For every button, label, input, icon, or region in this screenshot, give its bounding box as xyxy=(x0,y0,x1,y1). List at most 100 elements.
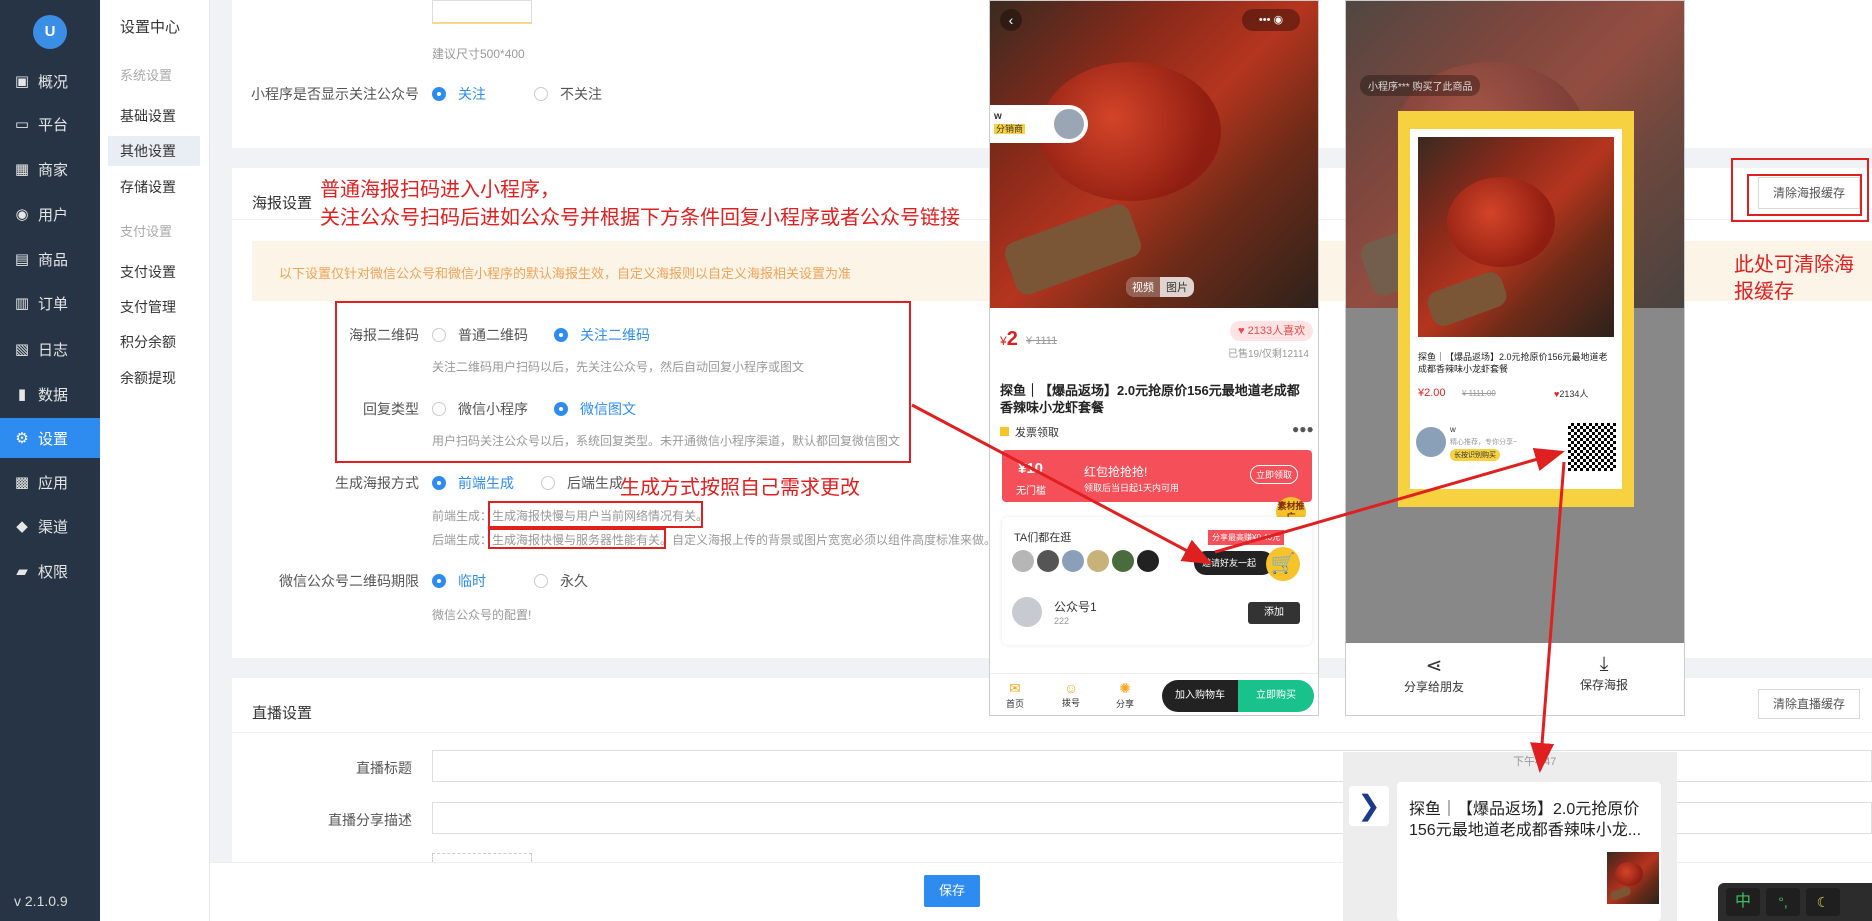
ime-toolbar: 中 °, ☾ xyxy=(1718,883,1872,921)
poster-user: w xyxy=(1450,425,1456,434)
visitors-card: TA们都在逛 分享最高赚¥0.40元 邀请好友一起 🛒 公众号1 222 添加 xyxy=(1002,517,1312,645)
sidebar-item-payment-manage[interactable]: 支付管理 xyxy=(108,292,200,322)
poster-image xyxy=(1418,137,1614,337)
sold-count: 已售19/仅剩12114 xyxy=(1228,349,1309,360)
nav-item-0[interactable]: ▣ 概况 xyxy=(0,61,100,101)
nav-label: 概况 xyxy=(38,73,69,91)
original-price: ¥ 1111 xyxy=(1026,335,1058,347)
home-tab[interactable]: ✉ 首页 xyxy=(1006,680,1024,710)
sidebar-item-storage[interactable]: 存储设置 xyxy=(108,172,200,202)
version-label: v 2.1.0.9 xyxy=(14,893,68,909)
invoice-row[interactable]: 发票领取 xyxy=(1000,424,1059,440)
nav-label: 数据 xyxy=(38,386,69,404)
add-to-cart-button[interactable]: 加入购物车 xyxy=(1162,680,1238,712)
nav-item-4[interactable]: ▤ 商品 xyxy=(0,239,100,279)
add-account-button[interactable]: 添加 xyxy=(1248,602,1300,624)
ime-moon-icon[interactable]: ☾ xyxy=(1806,888,1840,916)
invite-friends-button[interactable]: 邀请好友一起 xyxy=(1194,551,1274,575)
log-icon: ▧ xyxy=(14,341,30,358)
avatar xyxy=(1112,550,1134,572)
sidebar-item-payment[interactable]: 支付设置 xyxy=(108,257,200,287)
sidebar-item-basic[interactable]: 基础设置 xyxy=(108,101,200,131)
chat-preview: 下午4:47 ❯ 探鱼｜【爆品返场】2.0元抢原价156元最地道老成都香辣味小龙… xyxy=(1343,752,1677,921)
coupon-card: ¥10 无门槛 红包抢抢抢! 领取后当日起1天内可用 立即领取 xyxy=(1002,450,1312,502)
avatar xyxy=(1087,550,1109,572)
expiry-perm-radio[interactable]: 永久 xyxy=(534,571,588,591)
expiry-temp-radio[interactable]: 临时 xyxy=(432,571,486,591)
save-button[interactable]: 保存 xyxy=(924,875,980,907)
invoice-icon xyxy=(1000,427,1009,436)
annotation-poster-line2: 关注公众号扫码后进如公众号并根据下方条件回复小程序或者公众号链接 xyxy=(320,207,960,229)
qr-code-icon xyxy=(1568,423,1616,471)
nav-item-7[interactable]: ▮ 数据 xyxy=(0,374,100,414)
share-tab[interactable]: ✺ 分享 xyxy=(1116,680,1134,710)
avatar xyxy=(1052,107,1086,141)
coupon-claim-button[interactable]: 立即领取 xyxy=(1250,465,1299,484)
size-hint: 建议尺寸500*400 xyxy=(432,47,525,61)
heart-icon: ♥ xyxy=(1238,325,1248,337)
nav-item-8[interactable]: ⚙ 设置 xyxy=(0,418,100,458)
nav-item-11[interactable]: ▰ 权限 xyxy=(0,551,100,591)
call-icon: ☺ xyxy=(1063,680,1079,696)
buy-now-button[interactable]: 立即购买 xyxy=(1238,680,1314,712)
gen-frontend-radio[interactable]: 前端生成 xyxy=(432,473,514,493)
follow-radio-on[interactable]: 关注 xyxy=(432,84,486,104)
goods-icon: ▤ xyxy=(14,251,30,268)
annotation-clear-line1: 此处可清除海 xyxy=(1734,254,1854,276)
nav-item-9[interactable]: ▩ 应用 xyxy=(0,462,100,502)
annotation-box-backend xyxy=(488,528,666,549)
nav-item-2[interactable]: ▦ 商家 xyxy=(0,149,100,189)
nav-label: 订单 xyxy=(38,295,69,313)
chat-card[interactable]: 探鱼｜【爆品返场】2.0元抢原价156元最地道老成都香辣味小龙... xyxy=(1397,782,1661,921)
back-icon[interactable]: ‹ xyxy=(1000,9,1022,31)
gear-icon: ⚙ xyxy=(15,430,29,447)
call-tab[interactable]: ☺ 拨号 xyxy=(1062,680,1080,709)
sidebar-item-points[interactable]: 积分余额 xyxy=(108,327,200,357)
nav-label: 平台 xyxy=(38,116,69,134)
ime-punct-icon[interactable]: °, xyxy=(1766,888,1800,916)
monitor-icon: ▭ xyxy=(14,116,30,133)
radio-dot-icon xyxy=(432,476,446,490)
save-poster-button[interactable]: ⤓ 保存海报 xyxy=(1580,653,1628,693)
follow-radio-off[interactable]: 不关注 xyxy=(534,84,602,104)
nav-item-5[interactable]: ▥ 订单 xyxy=(0,283,100,323)
share-friend-button[interactable]: ⋖ 分享给朋友 xyxy=(1404,653,1464,695)
group-system-settings: 系统设置 xyxy=(120,68,173,83)
nav-item-10[interactable]: ◆ 渠道 xyxy=(0,506,100,546)
annotation-box-clear-inner xyxy=(1747,174,1862,216)
account-avatar xyxy=(1012,597,1042,627)
download-icon: ⤓ xyxy=(1599,653,1609,675)
chat-time: 下午4:47 xyxy=(1513,756,1557,768)
cart-float-icon[interactable]: 🛒 xyxy=(1266,547,1300,581)
store-icon: ▦ xyxy=(14,161,30,178)
nav-item-6[interactable]: ▧ 日志 xyxy=(0,329,100,369)
sidebar-item-withdraw[interactable]: 余额提现 xyxy=(108,363,200,393)
coupon-type: 无门槛 xyxy=(1016,486,1046,497)
radio-dot-icon xyxy=(541,476,555,490)
more-icon[interactable]: ●●● xyxy=(1292,422,1314,436)
tab-video[interactable]: 视频 xyxy=(1126,277,1160,297)
nav-item-1[interactable]: ▭ 平台 xyxy=(0,104,100,144)
home-icon: ✉ xyxy=(1009,680,1021,696)
poster-footer: w 精心推荐，专你分享~ 长按识别购买 xyxy=(1410,413,1622,489)
qr-expiry-label: 微信公众号二维码期限 xyxy=(279,573,419,589)
capsule-menu-icon[interactable]: ••• ◉ xyxy=(1242,9,1300,31)
gen-backend-radio[interactable]: 后端生成 xyxy=(541,473,623,493)
tab-image[interactable]: 图片 xyxy=(1160,277,1194,297)
lock-icon: ▰ xyxy=(16,563,28,580)
order-icon: ▥ xyxy=(14,295,30,312)
price: ¥2 xyxy=(1000,328,1018,350)
clear-live-cache-button[interactable]: 清除直播缓存 xyxy=(1758,689,1860,719)
avatar xyxy=(1012,550,1034,572)
annotation-clear-line2: 报缓存 xyxy=(1734,281,1794,303)
nav-item-3[interactable]: ◉ 用户 xyxy=(0,194,100,234)
radio-dot-icon xyxy=(534,87,548,101)
ime-chinese-icon[interactable]: 中 xyxy=(1726,888,1760,916)
chat-avatar-icon: ❯ xyxy=(1349,786,1389,826)
annotation-gen-method: 生成方式按照自己需求更改 xyxy=(620,477,860,499)
sidebar-item-other[interactable]: 其他设置 xyxy=(108,136,200,166)
image-upload-box[interactable] xyxy=(432,0,532,24)
coupon-desc: 领取后当日起1天内可用 xyxy=(1084,483,1180,493)
radio-dot-icon xyxy=(534,574,548,588)
chat-card-title: 探鱼｜【爆品返场】2.0元抢原价156元最地道老成都香辣味小龙... xyxy=(1409,801,1642,839)
